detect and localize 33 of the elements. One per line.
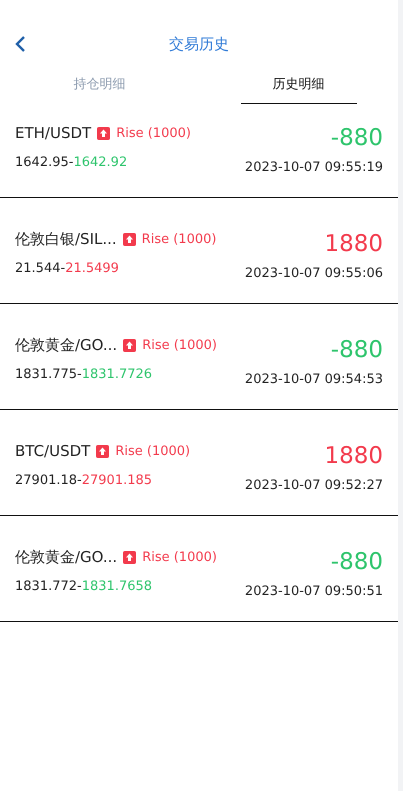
- up-arrow-icon: [96, 444, 110, 458]
- trade-time: 2023-10-07 09:50:51: [244, 584, 383, 599]
- page-title: 交易历史: [169, 34, 229, 54]
- direction-label: Rise (1000): [115, 444, 190, 458]
- profit-amount: 1880: [324, 230, 383, 258]
- price-range: 1831.772-1831.7658: [15, 579, 154, 594]
- up-arrow-icon: [97, 126, 110, 140]
- trade-time: 2023-10-07 09:54:53: [244, 372, 383, 387]
- price-range: 21.544-21.5499: [15, 261, 120, 276]
- trade-time: 2023-10-07 09:55:06: [244, 266, 383, 281]
- trade-symbol: 伦敦黄金/GO...: [15, 548, 118, 566]
- back-icon[interactable]: [13, 35, 27, 53]
- profit-amount: 1880: [324, 442, 383, 470]
- trade-time: 2023-10-07 09:52:27: [244, 478, 383, 493]
- profit-amount: -880: [330, 124, 383, 152]
- price-range: 1831.775-1831.7726: [15, 367, 154, 382]
- up-arrow-icon: [122, 232, 136, 246]
- direction-label: Rise (1000): [142, 550, 217, 564]
- trade-symbol: 伦敦白银/SIL...: [15, 230, 117, 248]
- profit-amount: -880: [330, 336, 383, 364]
- direction-label: Rise (1000): [116, 126, 191, 140]
- price-range: 27901.18-27901.185: [15, 473, 154, 488]
- direction-label: Rise (1000): [142, 338, 217, 352]
- price-range: 1642.95-1642.92: [15, 155, 128, 170]
- up-arrow-icon: [123, 550, 136, 564]
- direction-label: Rise (1000): [142, 232, 216, 246]
- profit-amount: -880: [330, 548, 383, 576]
- trade-time: 2023-10-07 09:55:19: [244, 160, 383, 175]
- trade-symbol: BTC/USDT: [15, 442, 90, 460]
- trade-symbol: ETH/USDT: [15, 124, 92, 142]
- tab[interactable]: 历史明细: [240, 64, 356, 104]
- trade-symbol: 伦敦黄金/GO...: [15, 336, 118, 354]
- up-arrow-icon: [123, 338, 136, 352]
